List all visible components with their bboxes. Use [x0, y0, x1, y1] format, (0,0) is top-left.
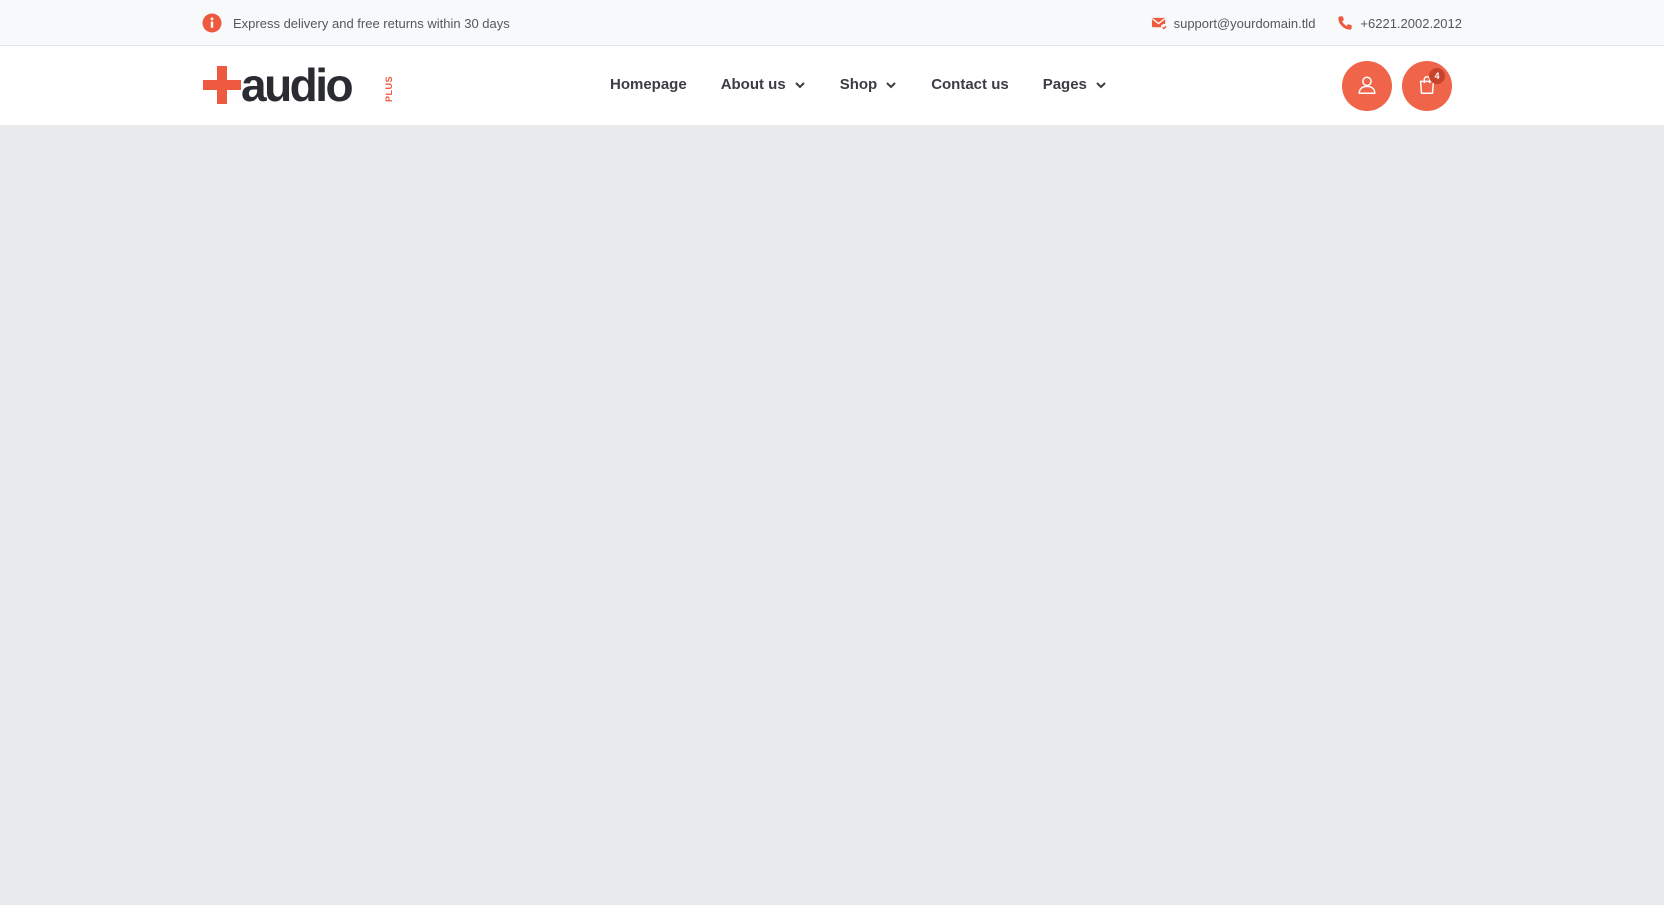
- nav-item-contact-us[interactable]: Contact us: [931, 76, 1009, 93]
- support-phone: +6221.2002.2012: [1360, 15, 1462, 31]
- account-button[interactable]: [1342, 61, 1392, 111]
- nav-item-about-us[interactable]: About us: [721, 76, 806, 93]
- nav-item-pages[interactable]: Pages: [1043, 76, 1107, 93]
- mail-check-icon: [1151, 15, 1168, 32]
- contact-info: support@yourdomain.tld +6221.2002.2012: [1151, 12, 1462, 34]
- plus-logo-icon: [203, 66, 241, 104]
- nav-item-label: Homepage: [610, 75, 687, 93]
- phone-link[interactable]: +6221.2002.2012: [1337, 15, 1462, 32]
- nav-item-homepage[interactable]: Homepage: [610, 76, 687, 93]
- chevron-down-icon: [794, 78, 806, 90]
- email-link[interactable]: support@yourdomain.tld: [1151, 15, 1316, 32]
- promo-notice: Express delivery and free returns within…: [202, 12, 510, 34]
- nav-item-shop[interactable]: Shop: [840, 76, 898, 93]
- chevron-down-icon: [885, 78, 897, 90]
- nav-item-label: Contact us: [931, 75, 1009, 93]
- chevron-down-icon: [1095, 78, 1107, 90]
- nav-item-label: About us: [720, 75, 786, 93]
- main-header: audio PLUS Homepage About us Shop Contac…: [0, 46, 1664, 125]
- cart-button[interactable]: 4: [1402, 61, 1452, 111]
- info-icon: [202, 13, 222, 33]
- promo-text: Express delivery and free returns within…: [233, 15, 510, 31]
- nav-item-label: Shop: [839, 75, 878, 93]
- support-email: support@yourdomain.tld: [1173, 15, 1316, 31]
- cart-count-badge: 4: [1429, 68, 1445, 84]
- user-icon: [1356, 74, 1378, 99]
- site-logo[interactable]: audio: [203, 59, 395, 111]
- phone-icon: [1337, 15, 1354, 32]
- main-content-area: [0, 125, 1664, 905]
- logo-subtext: PLUS: [384, 75, 394, 102]
- nav-item-label: Pages: [1042, 75, 1087, 93]
- main-navigation: Homepage About us Shop Contact us Pages: [610, 72, 1107, 96]
- logo-wordmark: audio: [241, 59, 354, 111]
- top-announcement-bar: Express delivery and free returns within…: [0, 0, 1664, 46]
